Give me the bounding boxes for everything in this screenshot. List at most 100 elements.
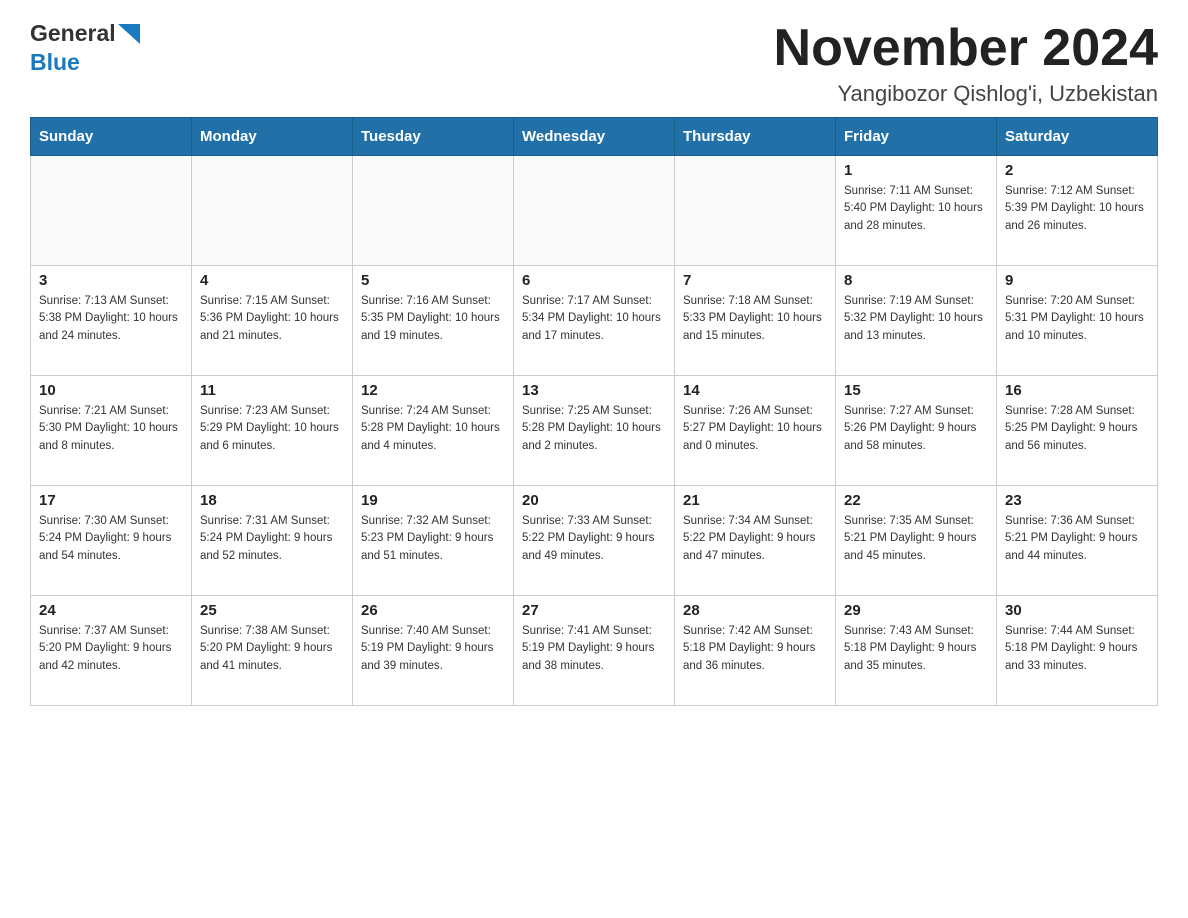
cell-week2-day4: 7Sunrise: 7:18 AM Sunset: 5:33 PM Daylig… <box>675 266 836 376</box>
location-title: Yangibozor Qishlog'i, Uzbekistan <box>774 81 1158 107</box>
cell-week1-day4 <box>675 156 836 266</box>
cell-week5-day1: 25 Sunrise: 7:38 AM Sunset: 5:20 PM Dayli… <box>192 596 353 706</box>
day-info: Sunrise: 7:37 AM Sunset: 5:20 PM Dayligh… <box>39 623 183 675</box>
day-number: 14 <box>683 382 827 399</box>
day-number: 11 <box>200 382 344 399</box>
day-info: Sunrise: 7:25 AM Sunset: 5:28 PM Dayligh… <box>522 403 666 455</box>
cell-week4-day1: 18Sunrise: 7:31 AM Sunset: 5:24 PM Dayli… <box>192 486 353 596</box>
day-number: 22 <box>844 492 988 509</box>
day-info: Sunrise: 7:12 AM Sunset: 5:39 PM Dayligh… <box>1005 183 1149 235</box>
cell-week4-day5: 22 Sunrise: 7:35 AM Sunset: 5:21 PM Dayli… <box>836 486 997 596</box>
day-number: 12 <box>361 382 505 399</box>
header-tuesday: Tuesday <box>353 118 514 156</box>
day-header-row: Sunday Monday Tuesday Wednesday Thursday… <box>31 118 1158 156</box>
month-title: November 2024 <box>774 20 1158 77</box>
week-row-4: 17Sunrise: 7:30 AM Sunset: 5:24 PM Dayli… <box>31 486 1158 596</box>
week-row-2: 3 Sunrise: 7:13 AM Sunset: 5:38 PM Daylig… <box>31 266 1158 376</box>
day-number: 27 <box>522 602 666 619</box>
day-info: Sunrise: 7:11 AM Sunset: 5:40 PM Dayligh… <box>844 183 988 235</box>
cell-week5-day3: 27 Sunrise: 7:41 AM Sunset: 5:19 PM Dayli… <box>514 596 675 706</box>
cell-week3-day3: 13 Sunrise: 7:25 AM Sunset: 5:28 PM Dayli… <box>514 376 675 486</box>
day-info: Sunrise: 7:23 AM Sunset: 5:29 PM Dayligh… <box>200 403 344 455</box>
title-area: November 2024 Yangibozor Qishlog'i, Uzbe… <box>774 20 1158 107</box>
day-info: Sunrise: 7:26 AM Sunset: 5:27 PM Dayligh… <box>683 403 827 455</box>
cell-week1-day2 <box>353 156 514 266</box>
cell-week2-day1: 4 Sunrise: 7:15 AM Sunset: 5:36 PM Daylig… <box>192 266 353 376</box>
day-info: Sunrise: 7:20 AM Sunset: 5:31 PM Dayligh… <box>1005 293 1149 345</box>
day-number: 1 <box>844 162 988 179</box>
day-info: Sunrise: 7:16 AM Sunset: 5:35 PM Dayligh… <box>361 293 505 345</box>
cell-week5-day5: 29Sunrise: 7:43 AM Sunset: 5:18 PM Dayli… <box>836 596 997 706</box>
header-sunday: Sunday <box>31 118 192 156</box>
cell-week2-day0: 3 Sunrise: 7:13 AM Sunset: 5:38 PM Daylig… <box>31 266 192 376</box>
day-number: 20 <box>522 492 666 509</box>
day-info: Sunrise: 7:28 AM Sunset: 5:25 PM Dayligh… <box>1005 403 1149 455</box>
page-header: General Blue November 2024 Yangibozor Qi… <box>30 20 1158 107</box>
cell-week4-day6: 23Sunrise: 7:36 AM Sunset: 5:21 PM Dayli… <box>997 486 1158 596</box>
day-number: 3 <box>39 272 183 289</box>
cell-week1-day1 <box>192 156 353 266</box>
day-info: Sunrise: 7:38 AM Sunset: 5:20 PM Dayligh… <box>200 623 344 675</box>
day-info: Sunrise: 7:21 AM Sunset: 5:30 PM Dayligh… <box>39 403 183 455</box>
cell-week3-day1: 11 Sunrise: 7:23 AM Sunset: 5:29 PM Dayli… <box>192 376 353 486</box>
day-number: 15 <box>844 382 988 399</box>
cell-week5-day4: 28Sunrise: 7:42 AM Sunset: 5:18 PM Dayli… <box>675 596 836 706</box>
day-info: Sunrise: 7:35 AM Sunset: 5:21 PM Dayligh… <box>844 513 988 565</box>
cell-week4-day4: 21 Sunrise: 7:34 AM Sunset: 5:22 PM Dayli… <box>675 486 836 596</box>
day-info: Sunrise: 7:43 AM Sunset: 5:18 PM Dayligh… <box>844 623 988 675</box>
day-number: 18 <box>200 492 344 509</box>
cell-week1-day3 <box>514 156 675 266</box>
day-number: 5 <box>361 272 505 289</box>
day-info: Sunrise: 7:15 AM Sunset: 5:36 PM Dayligh… <box>200 293 344 345</box>
day-info: Sunrise: 7:33 AM Sunset: 5:22 PM Dayligh… <box>522 513 666 565</box>
cell-week4-day2: 19 Sunrise: 7:32 AM Sunset: 5:23 PM Dayli… <box>353 486 514 596</box>
logo-blue-text: Blue <box>30 49 80 75</box>
day-number: 13 <box>522 382 666 399</box>
header-friday: Friday <box>836 118 997 156</box>
cell-week4-day0: 17Sunrise: 7:30 AM Sunset: 5:24 PM Dayli… <box>31 486 192 596</box>
calendar-table: Sunday Monday Tuesday Wednesday Thursday… <box>30 117 1158 706</box>
day-number: 6 <box>522 272 666 289</box>
day-info: Sunrise: 7:24 AM Sunset: 5:28 PM Dayligh… <box>361 403 505 455</box>
cell-week3-day0: 10 Sunrise: 7:21 AM Sunset: 5:30 PM Dayli… <box>31 376 192 486</box>
week-row-5: 24 Sunrise: 7:37 AM Sunset: 5:20 PM Dayli… <box>31 596 1158 706</box>
day-number: 16 <box>1005 382 1149 399</box>
day-number: 23 <box>1005 492 1149 509</box>
day-number: 4 <box>200 272 344 289</box>
day-number: 25 <box>200 602 344 619</box>
day-number: 2 <box>1005 162 1149 179</box>
cell-week2-day3: 6 Sunrise: 7:17 AM Sunset: 5:34 PM Daylig… <box>514 266 675 376</box>
cell-week1-day6: 2 Sunrise: 7:12 AM Sunset: 5:39 PM Daylig… <box>997 156 1158 266</box>
cell-week5-day6: 30Sunrise: 7:44 AM Sunset: 5:18 PM Dayli… <box>997 596 1158 706</box>
header-monday: Monday <box>192 118 353 156</box>
day-info: Sunrise: 7:19 AM Sunset: 5:32 PM Dayligh… <box>844 293 988 345</box>
day-number: 19 <box>361 492 505 509</box>
header-thursday: Thursday <box>675 118 836 156</box>
cell-week5-day0: 24 Sunrise: 7:37 AM Sunset: 5:20 PM Dayli… <box>31 596 192 706</box>
day-info: Sunrise: 7:32 AM Sunset: 5:23 PM Dayligh… <box>361 513 505 565</box>
day-number: 24 <box>39 602 183 619</box>
logo-area: General Blue <box>30 20 140 76</box>
day-number: 21 <box>683 492 827 509</box>
cell-week5-day2: 26Sunrise: 7:40 AM Sunset: 5:19 PM Dayli… <box>353 596 514 706</box>
cell-week3-day4: 14 Sunrise: 7:26 AM Sunset: 5:27 PM Dayli… <box>675 376 836 486</box>
cell-week1-day0 <box>31 156 192 266</box>
cell-week3-day6: 16 Sunrise: 7:28 AM Sunset: 5:25 PM Dayli… <box>997 376 1158 486</box>
day-info: Sunrise: 7:40 AM Sunset: 5:19 PM Dayligh… <box>361 623 505 675</box>
day-info: Sunrise: 7:27 AM Sunset: 5:26 PM Dayligh… <box>844 403 988 455</box>
cell-week1-day5: 1 Sunrise: 7:11 AM Sunset: 5:40 PM Daylig… <box>836 156 997 266</box>
cell-week3-day5: 15 Sunrise: 7:27 AM Sunset: 5:26 PM Dayli… <box>836 376 997 486</box>
day-info: Sunrise: 7:30 AM Sunset: 5:24 PM Dayligh… <box>39 513 183 565</box>
day-number: 28 <box>683 602 827 619</box>
day-info: Sunrise: 7:41 AM Sunset: 5:19 PM Dayligh… <box>522 623 666 675</box>
cell-week2-day6: 9 Sunrise: 7:20 AM Sunset: 5:31 PM Daylig… <box>997 266 1158 376</box>
day-info: Sunrise: 7:44 AM Sunset: 5:18 PM Dayligh… <box>1005 623 1149 675</box>
day-info: Sunrise: 7:34 AM Sunset: 5:22 PM Dayligh… <box>683 513 827 565</box>
day-info: Sunrise: 7:17 AM Sunset: 5:34 PM Dayligh… <box>522 293 666 345</box>
day-info: Sunrise: 7:13 AM Sunset: 5:38 PM Dayligh… <box>39 293 183 345</box>
day-number: 8 <box>844 272 988 289</box>
cell-week4-day3: 20 Sunrise: 7:33 AM Sunset: 5:22 PM Dayli… <box>514 486 675 596</box>
day-number: 9 <box>1005 272 1149 289</box>
week-row-3: 10 Sunrise: 7:21 AM Sunset: 5:30 PM Dayli… <box>31 376 1158 486</box>
day-number: 10 <box>39 382 183 399</box>
